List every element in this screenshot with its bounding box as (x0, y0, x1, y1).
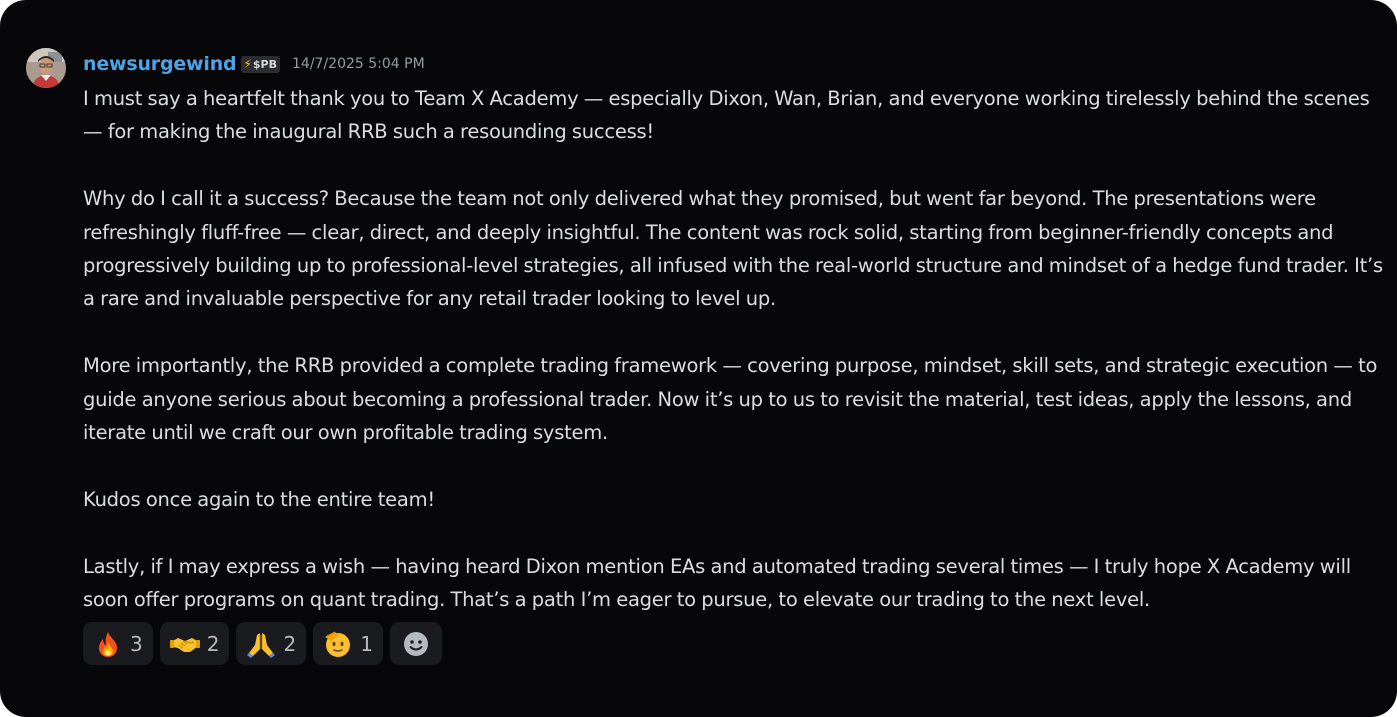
message-paragraph: More importantly, the RRB provided a com… (83, 354, 1378, 445)
reaction-fire[interactable]: 3 (83, 622, 153, 665)
add-reaction-smiley-icon (401, 629, 431, 659)
message-body: I must say a heartfelt thank you to Team… (83, 82, 1383, 616)
message-paragraph: Kudos once again to the entire team! (83, 487, 435, 511)
avatar-photo (26, 48, 66, 88)
reaction-saluting-face[interactable]: 1 (313, 622, 383, 665)
username[interactable]: newsurgewind (83, 53, 237, 75)
reaction-handshake[interactable]: 2 (159, 622, 230, 665)
add-reaction-button[interactable] (389, 622, 442, 665)
fire-emoji-icon (93, 629, 123, 659)
reaction-folded-hands[interactable]: 2 (236, 622, 307, 665)
server-tag-label: $PB (252, 57, 277, 71)
folded-hands-emoji-icon (246, 629, 276, 659)
reactions-bar: 3 2 2 1 (83, 622, 442, 665)
message-content: newsurgewind ⚡ $PB 14/7/2025 5:04 PM I m… (83, 50, 1383, 616)
message-paragraph: I must say a heartfelt thank you to Team… (83, 87, 1370, 144)
handshake-emoji-icon (169, 629, 200, 659)
chat-message-window: newsurgewind ⚡ $PB 14/7/2025 5:04 PM I m… (0, 0, 1397, 717)
reaction-count: 3 (130, 631, 143, 656)
reaction-count: 2 (283, 631, 297, 656)
reaction-count: 2 (206, 631, 220, 656)
message-paragraph: Lastly, if I may express a wish — having… (83, 554, 1351, 612)
saluting-face-emoji-icon (323, 629, 353, 659)
reaction-count: 1 (360, 631, 373, 656)
message-header: newsurgewind ⚡ $PB 14/7/2025 5:04 PM (83, 50, 1383, 78)
user-avatar[interactable] (26, 48, 66, 88)
server-tag-badge[interactable]: ⚡ $PB (241, 55, 280, 73)
message-timestamp: 14/7/2025 5:04 PM (292, 56, 425, 72)
lightning-icon: ⚡ (243, 57, 252, 71)
message-paragraph: Why do I call it a success? Because the … (83, 187, 1383, 311)
